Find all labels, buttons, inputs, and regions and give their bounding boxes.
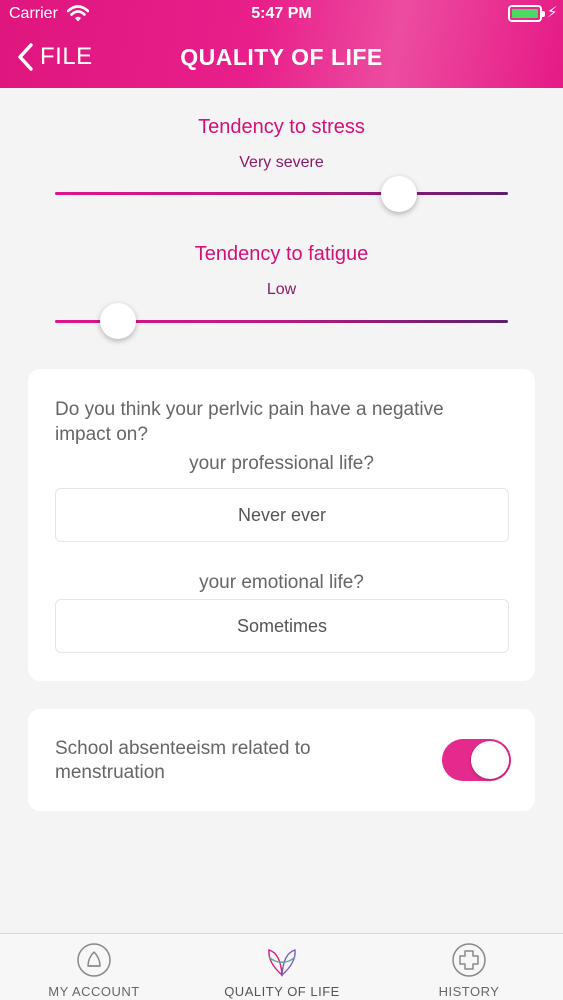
fatigue-slider-thumb[interactable] bbox=[100, 303, 137, 339]
stress-slider-section: Tendency to stress Very severe bbox=[0, 116, 563, 172]
nav-header: Carrier 5:47 PM ⚡ FILE QUALITY OF LIFE bbox=[0, 0, 563, 88]
tab-quality-of-life[interactable]: QUALITY OF LIFE bbox=[188, 934, 376, 1000]
toggle-knob bbox=[471, 741, 509, 779]
tab-quality-of-life-label: QUALITY OF LIFE bbox=[224, 984, 340, 999]
stress-slider-title: Tendency to stress bbox=[198, 116, 365, 138]
fatigue-slider-title: Tendency to fatigue bbox=[194, 243, 369, 265]
account-icon bbox=[77, 943, 111, 977]
charging-icon: ⚡ bbox=[547, 4, 558, 21]
professional-life-select[interactable]: Never ever bbox=[55, 488, 509, 542]
tab-my-account[interactable]: MY ACCOUNT bbox=[0, 934, 188, 1000]
tab-bar: MY ACCOUNT QUALITY OF LIFE HISTORY bbox=[0, 933, 563, 1000]
tab-my-account-label: MY ACCOUNT bbox=[48, 984, 140, 999]
emotional-life-select[interactable]: Sometimes bbox=[55, 599, 509, 653]
fatigue-slider-value: Low bbox=[266, 281, 297, 298]
impact-card: Do you think your perlvic pain have a ne… bbox=[28, 369, 535, 681]
stress-slider-track[interactable] bbox=[55, 192, 508, 195]
impact-question: Do you think your perlvic pain have a ne… bbox=[55, 399, 444, 445]
absenteeism-card: School absenteeism related to menstruati… bbox=[28, 709, 535, 811]
status-bar: Carrier 5:47 PM ⚡ bbox=[0, 0, 563, 30]
absenteeism-label: School absenteeism related to menstruati… bbox=[55, 738, 311, 783]
tab-history[interactable]: HISTORY bbox=[375, 934, 563, 1000]
quality-of-life-icon bbox=[268, 949, 296, 977]
stress-slider-thumb[interactable] bbox=[381, 176, 418, 212]
fatigue-slider-section: Tendency to fatigue Low bbox=[0, 243, 563, 299]
clock: 5:47 PM bbox=[251, 5, 312, 22]
emotional-life-label: your emotional life? bbox=[199, 572, 364, 593]
battery-icon bbox=[508, 5, 545, 22]
stress-slider-value: Very severe bbox=[239, 154, 324, 171]
professional-life-label: your professional life? bbox=[189, 453, 374, 474]
page-title: QUALITY OF LIFE bbox=[180, 44, 383, 70]
history-plus-icon bbox=[452, 943, 486, 977]
absenteeism-toggle[interactable] bbox=[442, 739, 511, 781]
tab-history-label: HISTORY bbox=[438, 984, 500, 999]
